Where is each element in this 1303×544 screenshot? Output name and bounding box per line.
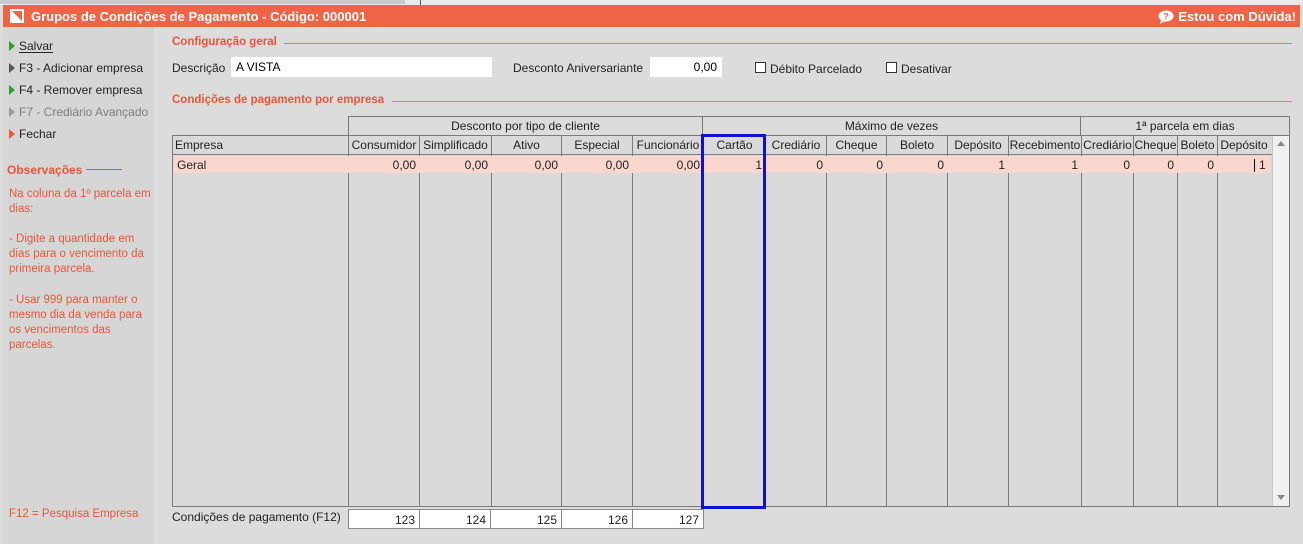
cell-parcela-deposito[interactable]: 1 — [1259, 158, 1271, 172]
debit-installments-label: Débito Parcelado — [770, 62, 863, 76]
cell-recebimento[interactable]: 1 — [1009, 158, 1081, 172]
sidebar: Salvar F3 - Adicionar empresa F4 - Remov… — [3, 27, 154, 544]
cell-parcela-boleto[interactable]: 0 — [1178, 158, 1217, 172]
cell-especial[interactable]: 0,00 — [562, 158, 632, 172]
column-header-deposito[interactable]: Depósito — [948, 138, 1008, 152]
column-header-cheque[interactable]: Cheque — [827, 138, 886, 152]
cell-parcela-cheque[interactable]: 0 — [1134, 158, 1177, 172]
column-header-especial[interactable]: Especial — [562, 138, 632, 152]
cell-empresa[interactable]: Geral — [174, 158, 344, 172]
advanced-credit-label: F7 - Crediário Avançado — [19, 105, 149, 119]
gray-arrow-icon — [9, 107, 15, 117]
vertical-scrollbar[interactable] — [1272, 136, 1289, 506]
background-tab — [0, 0, 405, 4]
observation-3: - Usar 999 para manter o mesmo dia da ve… — [9, 294, 142, 351]
help-button[interactable]: ? Estou com Dúvida! — [1158, 9, 1296, 24]
deactivate-checkbox[interactable] — [886, 62, 897, 73]
observations-heading: Observações — [7, 163, 147, 177]
cell-crediario[interactable]: 0 — [766, 158, 826, 172]
deactivate-label: Desativar — [901, 62, 952, 76]
conditions-section-divider — [392, 101, 1292, 102]
add-company-button[interactable]: F3 - Adicionar empresa — [9, 61, 143, 77]
text-caret — [1254, 159, 1255, 172]
title-bar: Grupos de Condições de Pagamento - Códig… — [3, 5, 1300, 27]
cell-consumidor[interactable]: 0,00 — [349, 158, 419, 172]
config-section-divider — [284, 43, 1292, 44]
footer-value-ativo[interactable]: 125 — [490, 509, 562, 529]
column-header-funcionario[interactable]: Funcionário — [633, 138, 703, 152]
column-header-ativo[interactable]: Ativo — [492, 138, 561, 152]
conditions-section-title: Condições de pagamento por empresa — [172, 94, 385, 106]
svg-text:?: ? — [1164, 12, 1170, 22]
help-label: Estou com Dúvida! — [1178, 9, 1296, 24]
save-label: Salvar — [19, 39, 54, 53]
save-button[interactable]: Salvar — [9, 39, 53, 55]
remove-company-button[interactable]: F4 - Remover empresa — [9, 83, 142, 99]
footer-label: Condições de pagamento (F12) — [172, 510, 341, 524]
advanced-credit-button[interactable]: F7 - Crediário Avançado — [9, 105, 148, 121]
birthday-discount-label: Desconto Aniversariante — [513, 61, 644, 75]
column-header-parcela-cheque[interactable]: Cheque — [1134, 138, 1177, 152]
footer-value-funcionario[interactable]: 127 — [632, 509, 704, 529]
cell-cartao[interactable]: 1 — [704, 158, 765, 172]
cell-ativo[interactable]: 0,00 — [492, 158, 561, 172]
cell-parcela-crediario[interactable]: 0 — [1082, 158, 1133, 172]
column-header-boleto[interactable]: Boleto — [887, 138, 947, 152]
observation-2: - Digite a quantidade em dias para o ven… — [9, 233, 144, 275]
column-header-recebimento[interactable]: Recebimento — [1009, 138, 1081, 152]
cell-funcionario[interactable]: 0,00 — [633, 158, 703, 172]
green-arrow-icon — [9, 85, 15, 95]
footer-value-consumidor[interactable]: 123 — [348, 509, 420, 529]
close-label: Fechar — [19, 127, 57, 141]
max-times-group-header: Máximo de vezes — [703, 116, 1081, 135]
close-button[interactable]: Fechar — [9, 127, 56, 143]
config-section-title: Configuração geral — [172, 36, 277, 48]
description-label: Descrição — [172, 61, 226, 75]
column-header-consumidor[interactable]: Consumidor — [349, 138, 419, 152]
green-arrow-icon — [9, 41, 15, 51]
conditions-grid: Empresa Consumidor Simplificado Ativo Es… — [172, 135, 1290, 507]
debit-installments-checkbox[interactable] — [755, 62, 766, 73]
column-header-empresa[interactable]: Empresa — [175, 138, 345, 152]
main-content: Configuração geral Descrição Desconto An… — [156, 27, 1301, 544]
remove-company-label: F4 - Remover empresa — [19, 83, 143, 97]
cell-cheque[interactable]: 0 — [827, 158, 886, 172]
window-title: Grupos de Condições de Pagamento - Códig… — [31, 9, 367, 24]
footer-value-simplificado[interactable]: 124 — [419, 509, 491, 529]
scroll-down-icon[interactable] — [1277, 495, 1285, 500]
description-input[interactable] — [231, 57, 492, 77]
dark-arrow-icon — [9, 63, 15, 73]
column-header-cartao[interactable]: Cartão — [704, 138, 765, 152]
chat-bubble-icon: ? — [1158, 10, 1174, 24]
app-logo-icon — [10, 9, 24, 23]
observations-divider — [86, 169, 123, 170]
observations-title: Observações — [7, 163, 83, 177]
discount-group-header: Desconto por tipo de cliente — [348, 116, 703, 135]
cell-boleto[interactable]: 0 — [887, 158, 947, 172]
f12-hint: F12 = Pesquisa Empresa — [9, 508, 139, 520]
observation-1: Na coluna da 1º parcela em dias: — [9, 188, 151, 215]
birthday-discount-input[interactable] — [650, 57, 722, 77]
column-header-parcela-deposito[interactable]: Depósito — [1218, 138, 1270, 152]
first-installment-group-header: 1ª parcela em dias — [1081, 116, 1290, 135]
column-header-parcela-crediario[interactable]: Crediário — [1082, 138, 1133, 152]
column-header-parcela-boleto[interactable]: Boleto — [1178, 138, 1217, 152]
cell-simplificado[interactable]: 0,00 — [420, 158, 491, 172]
scroll-up-icon[interactable] — [1277, 141, 1285, 146]
footer-value-especial[interactable]: 126 — [561, 509, 633, 529]
cell-deposito[interactable]: 1 — [948, 158, 1008, 172]
column-header-crediario[interactable]: Crediário — [766, 138, 826, 152]
red-arrow-icon — [9, 129, 15, 139]
add-company-label: F3 - Adicionar empresa — [19, 61, 144, 75]
column-header-simplificado[interactable]: Simplificado — [420, 138, 491, 152]
